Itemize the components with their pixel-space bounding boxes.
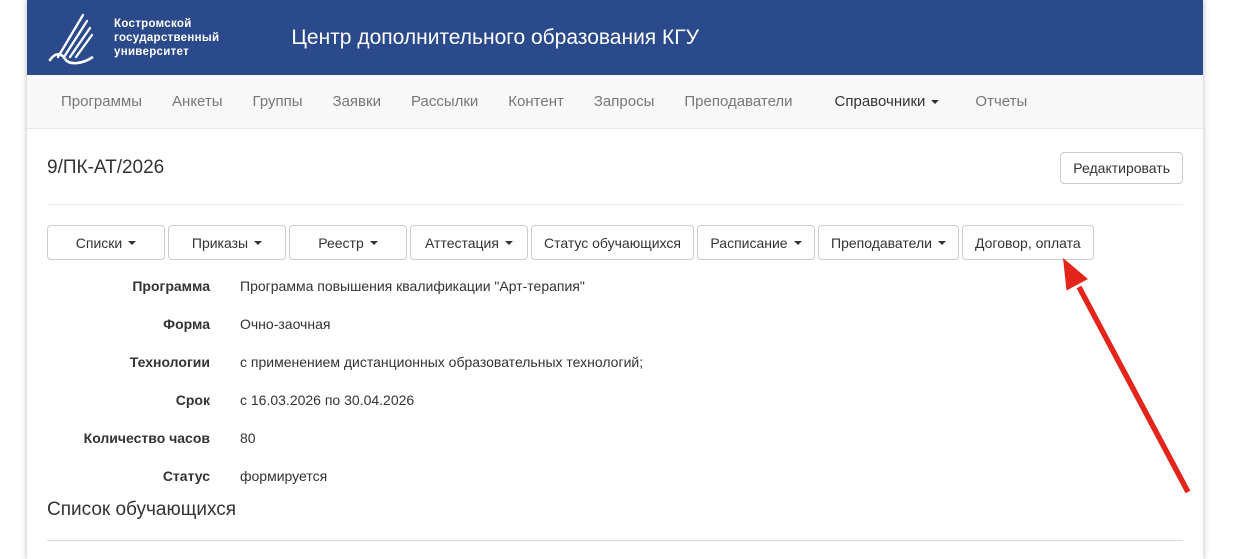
- contract-payment-button[interactable]: Договор, оплата: [961, 225, 1094, 260]
- button-label: Аттестация: [425, 234, 499, 251]
- detail-row-hours: Количество часов 80: [27, 419, 1203, 457]
- nav-item-groups[interactable]: Группы: [253, 93, 303, 110]
- detail-row-term: Срок с 16.03.2026 по 30.04.2026: [27, 381, 1203, 419]
- app-title: Центр дополнительного образования КГУ: [291, 25, 699, 49]
- program-details: Программа Программа повышения квалификац…: [27, 267, 1203, 495]
- teachers-dropdown-button[interactable]: Преподаватели: [818, 225, 959, 260]
- nav-item-content[interactable]: Контент: [508, 93, 564, 110]
- detail-row-form: Форма Очно-заочная: [27, 305, 1203, 343]
- caret-down-icon: [793, 240, 802, 245]
- nav-item-applications[interactable]: Заявки: [333, 93, 381, 110]
- page-title: 9/ПК-АТ/2026: [47, 157, 165, 178]
- detail-label: Количество часов: [83, 430, 210, 446]
- nav-item-teachers[interactable]: Преподаватели: [684, 93, 792, 110]
- app-window: Костромской государственный университет …: [27, 0, 1203, 559]
- caret-down-icon: [504, 240, 513, 245]
- button-label: Списки: [75, 234, 123, 251]
- detail-value: с 16.03.2026 по 30.04.2026: [240, 392, 415, 408]
- university-name: Костромской государственный университет: [114, 17, 220, 58]
- detail-value: 80: [240, 430, 256, 446]
- nav-item-questionnaires[interactable]: Анкеты: [172, 93, 223, 110]
- detail-row-status: Статус формируется: [27, 457, 1203, 495]
- caret-down-icon: [254, 240, 263, 245]
- app-header: Костромской государственный университет …: [27, 0, 1203, 75]
- detail-value: формируется: [240, 468, 328, 484]
- edit-button[interactable]: Редактировать: [1060, 152, 1183, 184]
- page-title-row: 9/ПК-АТ/2026 Редактировать: [27, 129, 1203, 184]
- detail-value: Очно-заочная: [240, 316, 331, 332]
- nav-item-programs[interactable]: Программы: [61, 93, 142, 110]
- detail-value: с применением дистанционных образователь…: [240, 354, 644, 370]
- nav-item-mailings[interactable]: Рассылки: [411, 93, 478, 110]
- nav-item-directories-dropdown[interactable]: Справочники: [835, 93, 940, 110]
- main-nav: Программы Анкеты Группы Заявки Рассылки …: [27, 75, 1203, 129]
- nav-item-label: Справочники: [834, 93, 926, 110]
- caret-down-icon: [937, 240, 946, 245]
- button-label: Расписание: [710, 234, 788, 251]
- students-section-divider: [47, 540, 1183, 541]
- button-label: Договор, оплата: [974, 234, 1081, 251]
- action-toolbar: Списки Приказы Реестр Аттестация Статус …: [27, 205, 1203, 260]
- detail-label: Технологии: [129, 354, 210, 370]
- registry-dropdown-button[interactable]: Реестр: [289, 225, 407, 260]
- nav-item-requests[interactable]: Запросы: [594, 93, 655, 110]
- detail-value: Программа повышения квалификации "Арт-те…: [240, 278, 585, 294]
- nav-item-reports[interactable]: Отчеты: [975, 93, 1027, 110]
- detail-row-program: Программа Программа повышения квалификац…: [27, 267, 1203, 305]
- caret-down-icon: [369, 240, 378, 245]
- detail-row-technologies: Технологии с применением дистанционных о…: [27, 343, 1203, 381]
- detail-label: Форма: [163, 316, 210, 332]
- university-logo-icon: [45, 9, 101, 67]
- schedule-dropdown-button[interactable]: Расписание: [697, 225, 815, 260]
- students-list-heading: Список обучающихся: [47, 499, 237, 520]
- student-status-button[interactable]: Статус обучающихся: [531, 225, 694, 260]
- detail-label: Срок: [175, 392, 210, 408]
- detail-label: Статус: [162, 468, 210, 484]
- caret-down-icon: [128, 240, 137, 245]
- caret-down-icon: [931, 100, 940, 105]
- button-label: Реестр: [318, 234, 364, 251]
- button-label: Приказы: [191, 234, 249, 251]
- lists-dropdown-button[interactable]: Списки: [47, 225, 165, 260]
- button-label: Статус обучающихся: [544, 234, 681, 251]
- button-label: Преподаватели: [831, 234, 932, 251]
- orders-dropdown-button[interactable]: Приказы: [168, 225, 286, 260]
- attestation-dropdown-button[interactable]: Аттестация: [410, 225, 528, 260]
- detail-label: Программа: [132, 278, 210, 294]
